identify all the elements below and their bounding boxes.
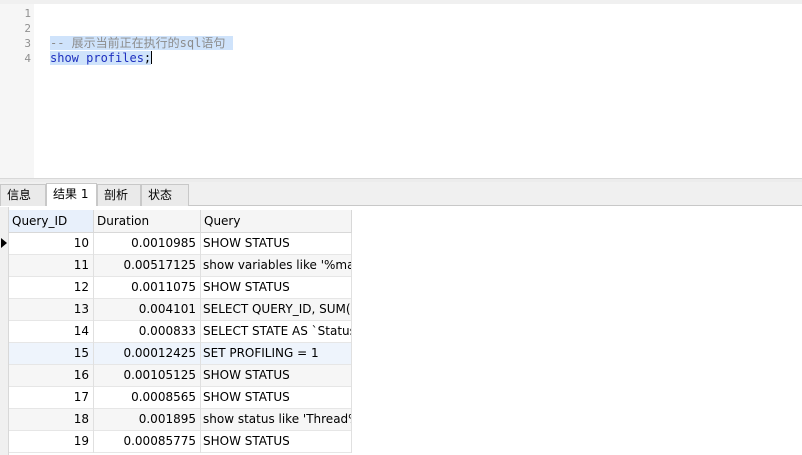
cell-duration[interactable]: 0.0010985 — [94, 233, 201, 255]
sql-comment: -- 展示当前正在执行的sql语句 — [50, 36, 226, 50]
column-header-query-id[interactable]: Query_ID — [9, 210, 94, 233]
table-row[interactable]: 18 0.001895 show status like 'Thread% — [9, 409, 352, 431]
text-caret — [151, 51, 153, 64]
result-tab-bar: 信息 结果 1 剖析 状态 — [0, 182, 802, 206]
cell-query[interactable]: SELECT QUERY_ID, SUM(D — [201, 299, 352, 321]
cell-duration[interactable]: 0.0011075 — [94, 277, 201, 299]
table-row[interactable]: 11 0.00517125 show variables like '%max — [9, 255, 352, 277]
line-number: 3 — [24, 37, 31, 50]
cell-query-id[interactable]: 17 — [9, 387, 94, 409]
table-row[interactable]: 13 0.004101 SELECT QUERY_ID, SUM(D — [9, 299, 352, 321]
table-row[interactable]: 16 0.00105125 SHOW STATUS — [9, 365, 352, 387]
cell-query-id[interactable]: 10 — [9, 233, 94, 255]
line-number: 1 — [24, 7, 31, 20]
line-number: 2 — [24, 22, 31, 35]
cell-duration[interactable]: 0.004101 — [94, 299, 201, 321]
cell-query[interactable]: show variables like '%max — [201, 255, 352, 277]
code-line-3[interactable]: -- 展示当前正在执行的sql语句 — [50, 36, 233, 51]
result-grid[interactable]: Query_ID Duration Query 10 0.0010985 SHO… — [0, 207, 802, 455]
line-number-gutter: 1 2 3 4 — [0, 4, 34, 178]
tab-result-1[interactable]: 结果 1 — [46, 183, 97, 206]
line-number: 4 — [24, 52, 31, 65]
cell-duration[interactable]: 0.001895 — [94, 409, 201, 431]
cell-query-id[interactable]: 19 — [9, 431, 94, 453]
cell-query[interactable]: SHOW STATUS — [201, 233, 352, 255]
cell-query-id[interactable]: 12 — [9, 277, 94, 299]
cell-query-id[interactable]: 13 — [9, 299, 94, 321]
cell-query[interactable]: SHOW STATUS — [201, 387, 352, 409]
cell-query[interactable]: SHOW STATUS — [201, 431, 352, 453]
cell-duration[interactable]: 0.000833 — [94, 321, 201, 343]
cell-duration[interactable]: 0.00517125 — [94, 255, 201, 277]
tab-profile[interactable]: 剖析 — [97, 184, 141, 206]
table-row[interactable]: 19 0.00085775 SHOW STATUS — [9, 431, 352, 453]
cell-duration[interactable]: 0.00085775 — [94, 431, 201, 453]
tab-status[interactable]: 状态 — [141, 184, 189, 206]
cell-query-id[interactable]: 14 — [9, 321, 94, 343]
table-row[interactable]: 10 0.0010985 SHOW STATUS — [9, 233, 352, 255]
cell-query[interactable]: show status like 'Thread% — [201, 409, 352, 431]
table-row[interactable]: 14 0.000833 SELECT STATE AS `Status` — [9, 321, 352, 343]
column-header-query[interactable]: Query — [201, 210, 352, 233]
cell-query[interactable]: SHOW STATUS — [201, 277, 352, 299]
current-row-pointer-icon — [1, 238, 7, 248]
cell-duration[interactable]: 0.00012425 — [94, 343, 201, 365]
code-line-4[interactable]: show profiles; — [50, 51, 153, 66]
cell-duration[interactable]: 0.0008565 — [94, 387, 201, 409]
column-header-duration[interactable]: Duration — [94, 210, 201, 233]
sql-keyword: show profiles — [50, 51, 144, 65]
cell-query-id[interactable]: 16 — [9, 365, 94, 387]
sql-editor[interactable]: 1 2 3 4 -- 展示当前正在执行的sql语句 show profiles; — [0, 4, 802, 178]
cell-query-id[interactable]: 15 — [9, 343, 94, 365]
cell-query-id[interactable]: 18 — [9, 409, 94, 431]
cell-query[interactable]: SELECT STATE AS `Status` — [201, 321, 352, 343]
tab-info[interactable]: 信息 — [0, 184, 46, 206]
sql-semicolon: ; — [143, 51, 152, 65]
cell-query[interactable]: SHOW STATUS — [201, 365, 352, 387]
table-row[interactable]: 15 0.00012425 SET PROFILING = 1 — [9, 343, 352, 365]
table-row[interactable]: 17 0.0008565 SHOW STATUS — [9, 387, 352, 409]
cell-duration[interactable]: 0.00105125 — [94, 365, 201, 387]
cell-query-id[interactable]: 11 — [9, 255, 94, 277]
table-row[interactable]: 12 0.0011075 SHOW STATUS — [9, 277, 352, 299]
cell-query[interactable]: SET PROFILING = 1 — [201, 343, 352, 365]
